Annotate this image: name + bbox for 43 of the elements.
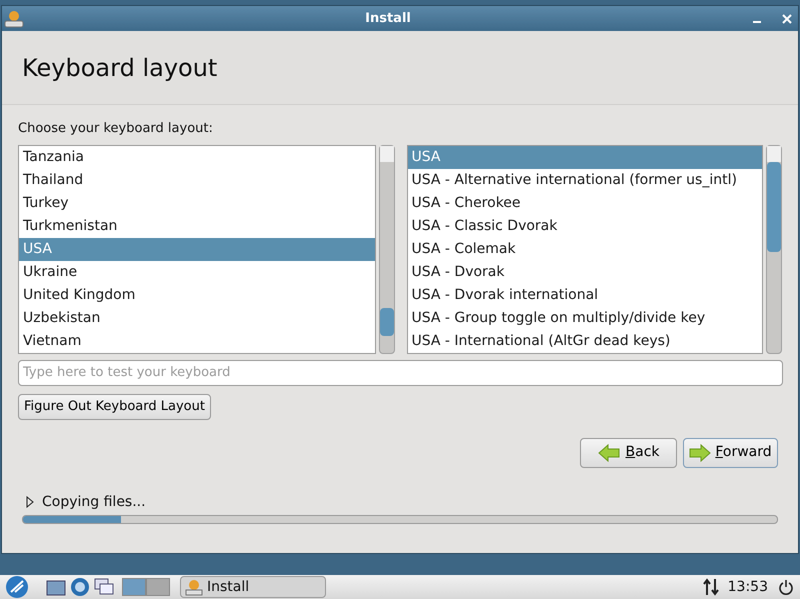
list-item[interactable]: USA (408, 146, 762, 168)
figure-out-button[interactable]: Figure Out Keyboard Layout (18, 394, 211, 420)
app-icon (4, 8, 24, 28)
list-item[interactable]: USA - Cherokee (408, 192, 762, 214)
progress-label: Copying files... (42, 492, 146, 512)
workspace-switch[interactable] (146, 578, 170, 596)
window-title: Install (365, 10, 411, 28)
scrollbar[interactable] (766, 144, 782, 354)
power-icon[interactable] (778, 579, 794, 595)
back-button[interactable]: Back (580, 438, 677, 468)
task-button[interactable]: Install (180, 576, 326, 598)
windows-icon[interactable] (94, 578, 114, 596)
forward-button[interactable]: Forward (683, 438, 778, 468)
scrollbar[interactable] (378, 144, 394, 354)
expander-icon[interactable] (26, 496, 34, 508)
page-heading: Keyboard layout (22, 52, 218, 84)
list-item[interactable]: USA - Dvorak (408, 260, 762, 284)
close-icon[interactable] (782, 14, 792, 24)
list-item[interactable]: USA - Colemak (408, 238, 762, 260)
start-menu-icon[interactable] (6, 576, 28, 598)
list-item[interactable]: USA (19, 238, 374, 260)
list-item[interactable]: Ukraine (19, 260, 374, 284)
list-item[interactable]: Thailand (19, 168, 374, 192)
list-item[interactable]: Turkey (19, 192, 374, 214)
clock: 13:53 (728, 578, 768, 596)
back-arrow-icon (598, 444, 620, 462)
list-item[interactable]: Turkmenistan (19, 214, 374, 238)
list-prompt: Choose your keyboard layout: (18, 120, 214, 138)
list-item[interactable]: USA - International (AltGr dead keys) (408, 330, 762, 352)
list-item[interactable]: USA - Dvorak international (408, 284, 762, 306)
test-input-field[interactable]: Type here to test your keyboard (18, 360, 783, 386)
list-item[interactable]: Uzbekistan (19, 306, 374, 330)
workspace-switch[interactable] (122, 578, 146, 596)
list-item[interactable]: USA - Group toggle on multiply/divide key (408, 306, 762, 330)
list-item[interactable]: USA - Alternative international (former us_intl) (408, 168, 762, 192)
browser-icon[interactable] (70, 577, 90, 597)
network-icon[interactable] (702, 578, 720, 596)
list-item[interactable]: USA - Classic Dvorak (408, 214, 762, 238)
list-item[interactable]: Vietnam (19, 330, 374, 352)
list-item[interactable]: United Kingdom (19, 284, 374, 306)
list-item[interactable]: Tanzania (19, 146, 374, 168)
forward-arrow-icon (689, 444, 712, 462)
app-icon (185, 578, 203, 596)
